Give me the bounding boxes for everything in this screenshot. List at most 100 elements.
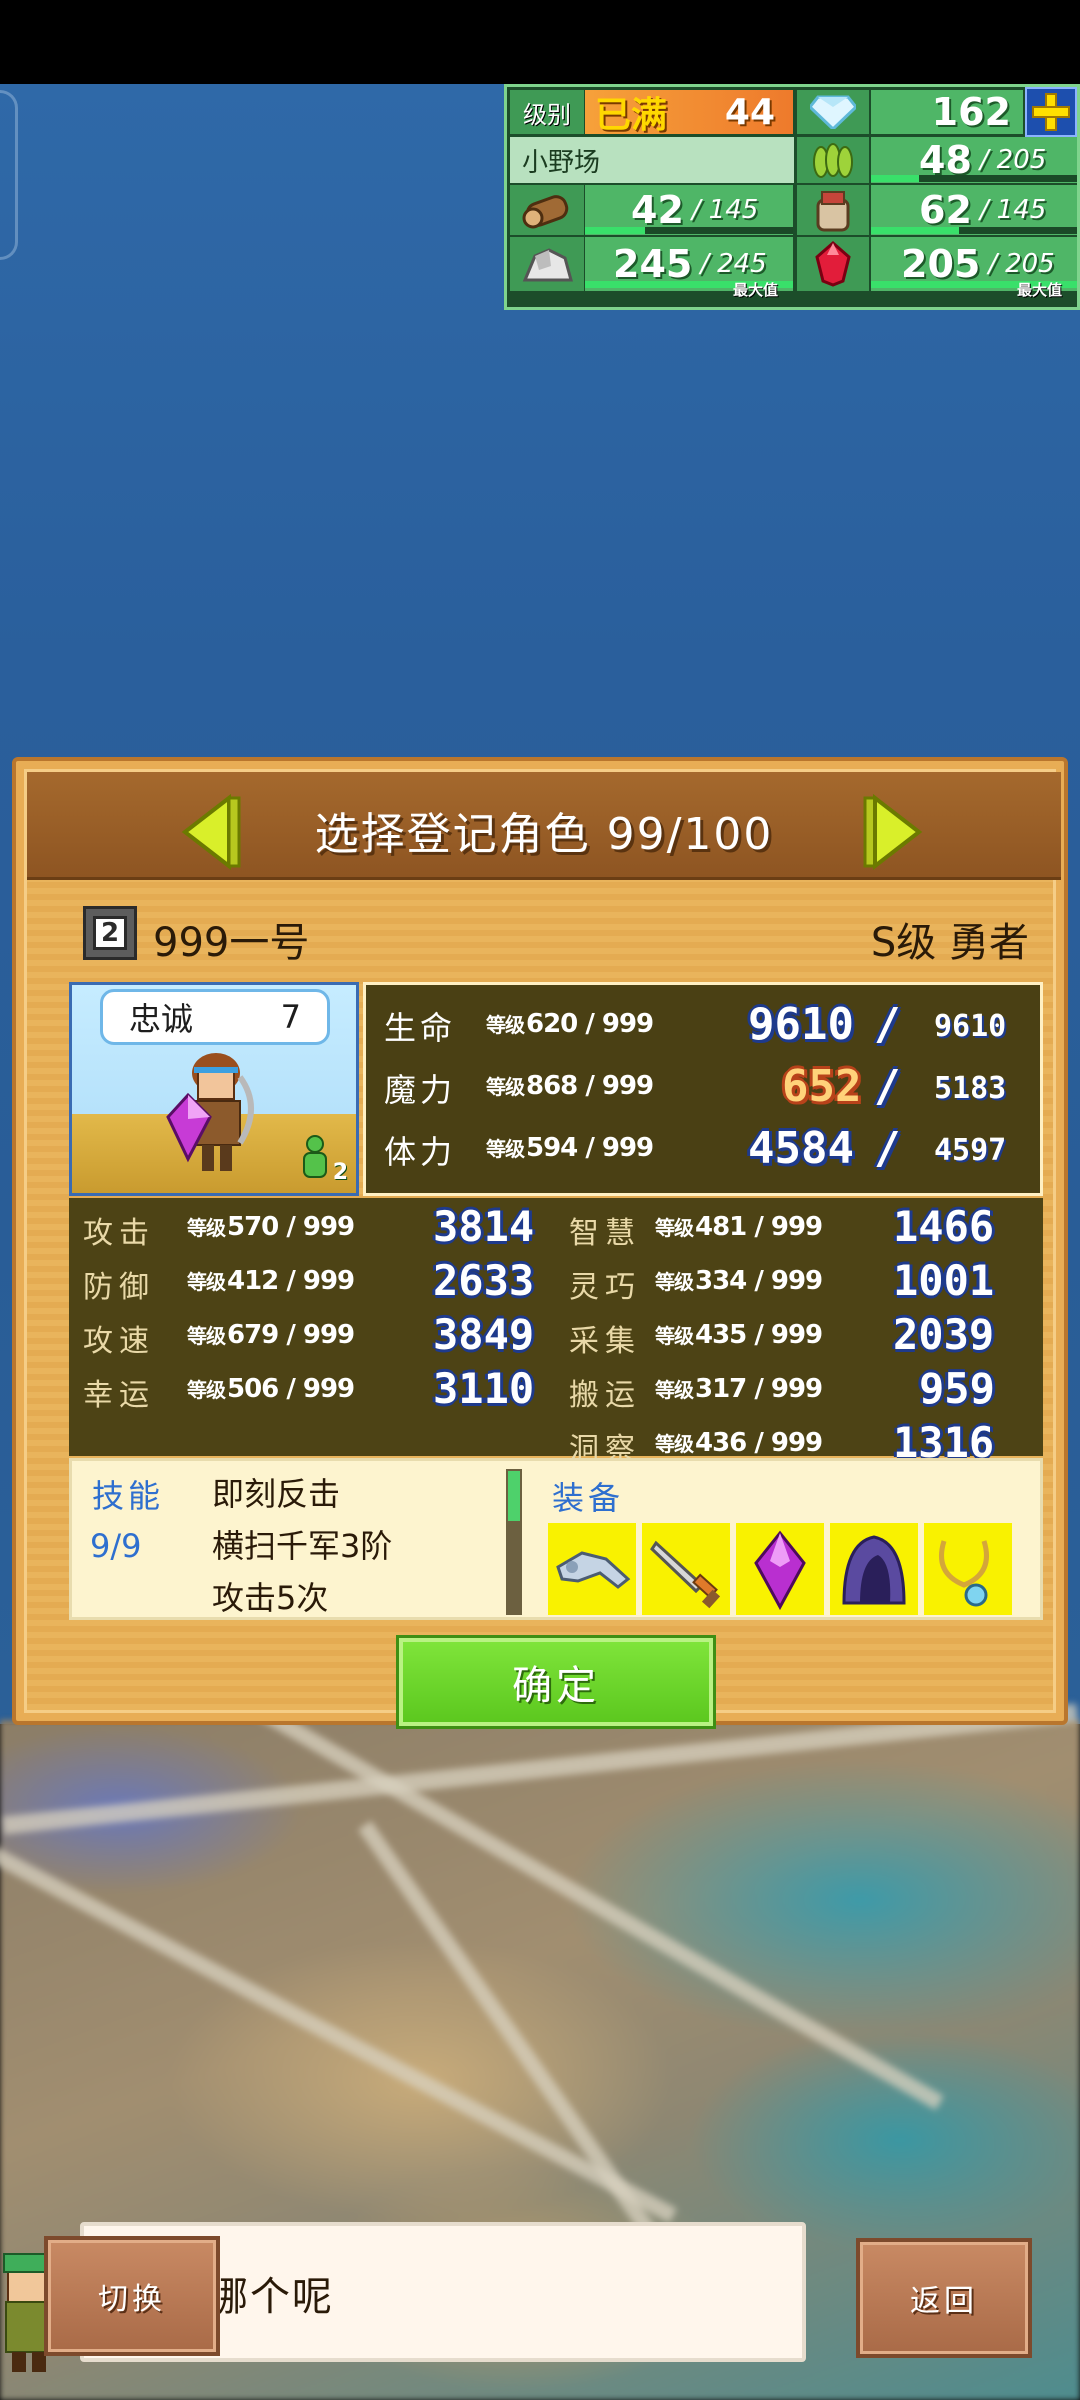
town-name: 小野场 bbox=[522, 147, 601, 178]
stat-luck-label: 幸运 bbox=[83, 1378, 155, 1413]
stat-gather-level: 等级435 / 999 bbox=[655, 1320, 823, 1350]
ruby-icon bbox=[797, 237, 869, 291]
stat-wisdom-value: 1466 bbox=[893, 1202, 995, 1251]
stamina-current: 4584 bbox=[748, 1123, 854, 1174]
skills-count: 9/9 bbox=[90, 1527, 142, 1565]
skills-scroll-thumb[interactable] bbox=[508, 1471, 520, 1521]
gem-icon bbox=[797, 90, 869, 134]
confirm-button[interactable]: 确定 bbox=[399, 1638, 713, 1726]
equip-slot-3[interactable] bbox=[736, 1523, 824, 1615]
stamina-label: 体力 bbox=[384, 1133, 457, 1171]
worker-icon bbox=[797, 185, 869, 235]
wood-max: 145 bbox=[708, 195, 759, 225]
gem-count-cell: 162 bbox=[871, 90, 1023, 134]
stat-carry-value: 959 bbox=[919, 1364, 995, 1413]
hood-icon bbox=[842, 1535, 906, 1605]
stat-speed-label: 攻速 bbox=[83, 1324, 155, 1359]
level-label: 级别 bbox=[523, 100, 571, 129]
mp-current: 652 bbox=[782, 1061, 862, 1112]
stat-attack-label: 攻击 bbox=[83, 1216, 155, 1251]
next-hero-button[interactable] bbox=[857, 792, 927, 872]
loyalty-value: 7 bbox=[280, 998, 301, 1036]
stat-gather-label: 采集 bbox=[569, 1324, 641, 1359]
stat-wisdom-level: 等级481 / 999 bbox=[655, 1212, 823, 1242]
stat-dexterity-level: 等级334 / 999 bbox=[655, 1266, 823, 1296]
hero-rank-badge-icon: 2 bbox=[83, 906, 137, 960]
wood-bar bbox=[585, 227, 793, 234]
mp-max: 5183 bbox=[934, 1071, 1007, 1106]
sword-icon bbox=[650, 1540, 721, 1609]
stat-attack-level: 等级570 / 999 bbox=[187, 1212, 355, 1242]
stamina-level: 等级594 / 999 bbox=[486, 1133, 654, 1163]
switch-button[interactable]: 切换 bbox=[44, 2236, 220, 2356]
equip-slot-1[interactable] bbox=[548, 1523, 636, 1615]
hero-header: 2 999一号 S级 勇者 bbox=[83, 906, 1043, 966]
resource-panel: 级别 已满 44 162 小野场 48 / 205 42 / 145 62 / … bbox=[504, 84, 1080, 310]
town-name-cell: 小野场 bbox=[510, 137, 794, 183]
level-status: 已满 bbox=[595, 95, 668, 136]
equipment-title: 装备 bbox=[552, 1479, 625, 1517]
stamina-row: 体力 等级594 / 999 4584 / 4597 bbox=[384, 1123, 1007, 1174]
level-status-cell: 已满 44 bbox=[585, 90, 793, 136]
stat-luck-level: 等级506 / 999 bbox=[187, 1374, 355, 1404]
stat-defense-value: 2633 bbox=[433, 1256, 535, 1305]
hp-current: 9610 bbox=[748, 999, 854, 1050]
stat-gather-value: 2039 bbox=[893, 1310, 995, 1359]
skills-title: 技能 bbox=[92, 1477, 165, 1515]
vital-stats-box: 生命 等级620 / 999 9610 / 9610 魔力 等级868 / 99… bbox=[363, 982, 1043, 1196]
hero-rank-number: 2 bbox=[93, 916, 127, 950]
gem-count: 162 bbox=[931, 90, 1011, 134]
food-bar bbox=[871, 175, 1077, 182]
equip-slot-5[interactable] bbox=[924, 1523, 1012, 1615]
hp-label: 生命 bbox=[384, 1009, 457, 1047]
dialog-title-bar: 选择登记角色 99/100 bbox=[27, 772, 1061, 880]
skill-item: 攻击5次 bbox=[212, 1579, 329, 1617]
stamina-max: 4597 bbox=[934, 1133, 1007, 1168]
party-count: 2 bbox=[332, 1160, 348, 1185]
hero-class: S级 勇者 bbox=[870, 920, 1029, 966]
level-label-cell: 级别 bbox=[510, 90, 584, 134]
ore-icon bbox=[510, 237, 584, 291]
stat-defense-level: 等级412 / 999 bbox=[187, 1266, 355, 1296]
gauntlet-icon bbox=[556, 1551, 631, 1589]
arrow-right-icon bbox=[863, 793, 923, 871]
skill-item: 即刻反击 bbox=[212, 1475, 341, 1513]
mana-max-tag: 最大值 bbox=[1017, 281, 1063, 299]
stat-defense-label: 防御 bbox=[83, 1270, 155, 1305]
hero-sprite-icon bbox=[166, 1053, 254, 1171]
mp-row: 魔力 等级868 / 999 652 / 5183 bbox=[384, 1061, 1007, 1112]
stat-speed-value: 3849 bbox=[433, 1310, 535, 1359]
side-decoration bbox=[0, 90, 18, 260]
ore-max: 245 bbox=[717, 249, 767, 279]
hero-select-dialog: 选择登记角色 99/100 2 999一号 S级 勇者 忠诚 7 2 生命 等级… bbox=[12, 757, 1068, 1726]
hp-row: 生命 等级620 / 999 9610 / 9610 bbox=[384, 999, 1007, 1050]
skills-equipment-box: 技能 9/9 即刻反击 横扫千军3阶 攻击5次 装备 bbox=[69, 1458, 1043, 1620]
stat-dexterity-label: 灵巧 bbox=[569, 1270, 641, 1305]
level-value: 44 bbox=[724, 91, 775, 133]
stat-carry-level: 等级317 / 999 bbox=[655, 1374, 823, 1404]
stat-attack-value: 3814 bbox=[433, 1202, 535, 1251]
status-bar bbox=[0, 0, 1080, 84]
stat-insight-level: 等级436 / 999 bbox=[655, 1428, 823, 1458]
stat-speed-level: 等级679 / 999 bbox=[187, 1320, 355, 1350]
equip-slot-4[interactable] bbox=[830, 1523, 918, 1615]
hero-name: 999一号 bbox=[153, 920, 310, 966]
stat-dexterity-value: 1001 bbox=[893, 1256, 995, 1305]
food-max: 205 bbox=[996, 145, 1047, 175]
hp-level: 等级620 / 999 bbox=[486, 1009, 654, 1039]
equip-slot-2[interactable] bbox=[642, 1523, 730, 1615]
party-member-icon bbox=[303, 1135, 327, 1178]
stat-carry-label: 搬运 bbox=[569, 1378, 641, 1413]
add-gems-button[interactable] bbox=[1025, 87, 1077, 137]
crystal-icon bbox=[754, 1530, 806, 1611]
mp-label: 魔力 bbox=[384, 1071, 457, 1109]
back-button[interactable]: 返回 bbox=[856, 2238, 1032, 2358]
ore-value: 245 bbox=[613, 242, 693, 286]
skills-scrollbar[interactable] bbox=[506, 1469, 522, 1615]
mp-level: 等级868 / 999 bbox=[486, 1071, 654, 1101]
work-value: 62 bbox=[919, 188, 972, 232]
necklace-icon bbox=[939, 1540, 989, 1607]
stat-wisdom-label: 智慧 bbox=[569, 1216, 641, 1251]
loyalty-badge: 忠诚 7 bbox=[100, 989, 330, 1045]
loyalty-label: 忠诚 bbox=[129, 1000, 194, 1038]
